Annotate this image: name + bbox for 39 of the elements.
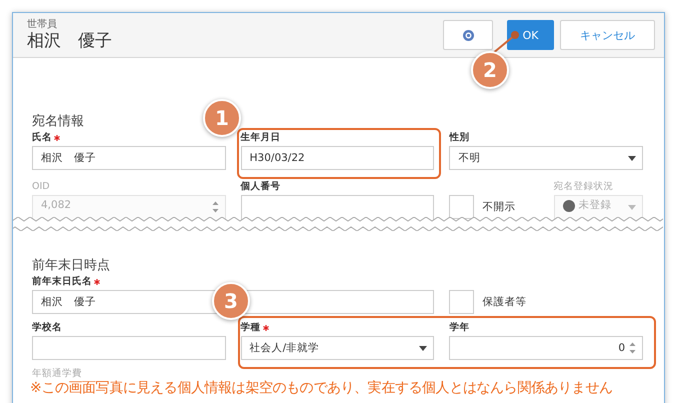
- select-field[interactable]: 不明: [449, 146, 643, 170]
- dropdown-caret-icon: [628, 156, 636, 161]
- header-caption: 世帯員: [27, 18, 57, 30]
- input-field[interactable]: [32, 336, 226, 360]
- required-asterisk-icon: [54, 134, 60, 140]
- field-label: 氏名: [32, 132, 60, 143]
- checkbox[interactable]: [449, 195, 474, 219]
- checkbox-label: 不開示: [482, 200, 516, 215]
- checkbox[interactable]: [449, 290, 474, 314]
- number-field[interactable]: 0: [449, 336, 643, 360]
- section-title: 宛名情報: [32, 113, 84, 131]
- field-label: 生年月日: [240, 132, 281, 143]
- spinner-arrows-icon[interactable]: [629, 341, 636, 355]
- required-asterisk-icon: [94, 278, 100, 284]
- member-name: 相沢 優子: [27, 30, 112, 52]
- select-field[interactable]: 社会人/非就学: [240, 336, 434, 360]
- dropdown-caret-icon: [419, 346, 428, 351]
- checkbox-label: 保護者等: [482, 295, 526, 310]
- help-button[interactable]: [443, 20, 493, 50]
- field-label: OID: [32, 181, 50, 192]
- field-label: 年額通学費: [32, 368, 82, 379]
- field-label: 個人番号: [240, 181, 281, 192]
- dropdown-caret-icon: [628, 205, 636, 210]
- help-icon: [462, 30, 474, 40]
- cancel-button[interactable]: キャンセル: [560, 20, 655, 50]
- input-field[interactable]: H30/03/22: [240, 146, 434, 170]
- field-label: 学校名: [32, 322, 62, 333]
- field-label: 前年末日氏名: [32, 276, 100, 287]
- disclaimer-text: ※この画面写真に見える個人情報は架空のものであり、実在する個人とはなんら関係ありません: [30, 380, 613, 396]
- section-title: 前年末日時点: [32, 257, 110, 275]
- input-field[interactable]: 相沢 優子: [32, 146, 226, 170]
- field-label: 宛名登録状況: [554, 181, 614, 192]
- required-asterisk-icon: [262, 324, 269, 330]
- spinner-arrows-icon[interactable]: [212, 200, 219, 214]
- field-label: 学年: [449, 322, 470, 333]
- field-label: 性別: [449, 132, 470, 143]
- ok-button[interactable]: OK: [507, 20, 554, 50]
- status-dot-icon: [562, 200, 575, 212]
- field-label: 学種: [240, 322, 269, 333]
